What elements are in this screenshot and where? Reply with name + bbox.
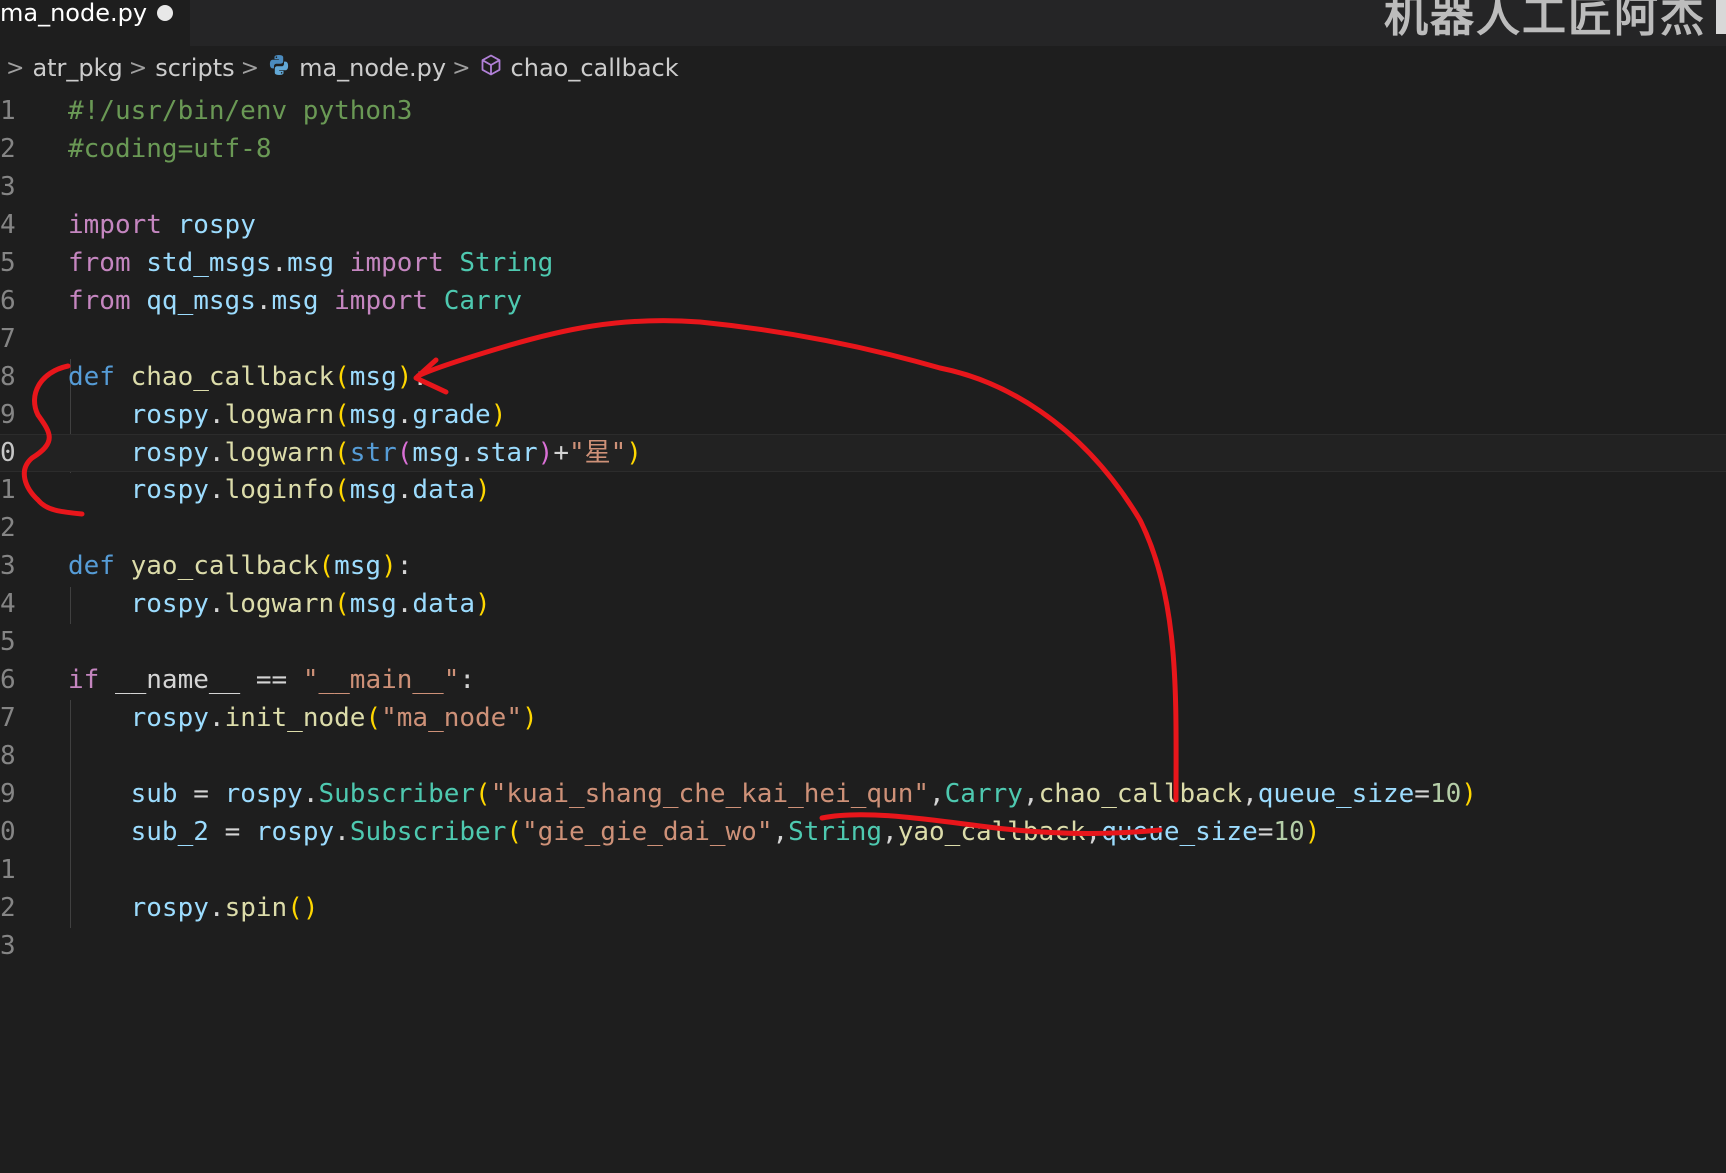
line-number: 0 [0, 816, 16, 847]
code-line[interactable]: 6 from qq_msgs.msg import Carry [0, 283, 1726, 321]
line-number: 5 [0, 627, 16, 658]
line-number: 6 [0, 665, 16, 696]
code-line[interactable]: 1 [0, 852, 1726, 890]
code-line[interactable]: 2 rospy.spin() [0, 890, 1726, 928]
breadcrumb-separator: > [452, 55, 471, 81]
watermark-text: 机器人工匠阿杰 [1384, 0, 1706, 42]
line-code: rospy.logwarn(msg.data) [130, 589, 491, 620]
line-number: 1 [0, 854, 16, 885]
line-number: 2 [0, 892, 16, 923]
line-code: sub = rospy.Subscriber("kuai_shang_che_k… [130, 778, 1477, 809]
line-number: 5 [0, 247, 16, 278]
code-line[interactable]: 7 [0, 321, 1726, 359]
code-line[interactable]: 9 sub = rospy.Subscriber("kuai_shang_che… [0, 776, 1726, 814]
line-number: 9 [0, 778, 16, 809]
code-line[interactable]: 5 [0, 624, 1726, 662]
line-number: 2 [0, 513, 16, 544]
breadcrumb-separator: > [128, 55, 148, 81]
line-number: 7 [0, 323, 16, 354]
line-code: rospy.loginfo(msg.data) [130, 475, 491, 506]
line-code: if __name__ == "__main__": [68, 665, 476, 696]
line-number: 8 [0, 361, 16, 392]
breadcrumb-item-file[interactable]: ma_node.py [299, 54, 446, 82]
line-number: 8 [0, 740, 16, 771]
unsaved-dot-icon[interactable] [157, 5, 173, 21]
line-code: rospy.logwarn(msg.grade) [130, 399, 507, 430]
watermark-edge [1716, 0, 1726, 34]
breadcrumb-item-atr-pkg[interactable]: atr_pkg [32, 54, 122, 82]
line-number: 4 [0, 589, 16, 620]
line-code: #!/usr/bin/env python3 [68, 96, 413, 126]
code-line[interactable]: 3 [0, 928, 1726, 966]
breadcrumb-separator: > [240, 55, 260, 81]
code-line[interactable]: 4 rospy.logwarn(msg.data) [0, 586, 1726, 624]
code-line[interactable]: 9 rospy.logwarn(msg.grade) [0, 397, 1726, 435]
cube-symbol-icon [479, 53, 503, 83]
line-code: def yao_callback(msg): [68, 551, 413, 582]
line-number: 6 [0, 285, 16, 316]
breadcrumb: > atr_pkg > scripts > ma_node.py > chao_… [0, 48, 679, 88]
line-number: 4 [0, 209, 16, 240]
breadcrumb-item-scripts[interactable]: scripts [155, 54, 234, 82]
code-line[interactable]: 3 [0, 169, 1726, 207]
code-line[interactable]: 8 def chao_callback(msg): [0, 359, 1726, 397]
code-line[interactable]: 3 def yao_callback(msg): [0, 548, 1726, 586]
line-code: def chao_callback(msg): [68, 361, 429, 392]
line-number: 1 [0, 96, 16, 126]
line-code: from qq_msgs.msg import Carry [68, 285, 522, 316]
tab-filename: ma_node.py [0, 0, 148, 27]
line-number: 3 [0, 551, 16, 582]
code-line[interactable]: 1 rospy.loginfo(msg.data) [0, 472, 1726, 510]
code-line[interactable]: 6 if __name__ == "__main__": [0, 662, 1726, 700]
line-code: import rospy [68, 209, 256, 240]
code-line[interactable]: 2 [0, 510, 1726, 548]
code-editor[interactable]: 1 #!/usr/bin/env python3 2 #coding=utf-8… [0, 93, 1726, 966]
code-line[interactable]: 0 sub_2 = rospy.Subscriber("gie_gie_dai_… [0, 814, 1726, 852]
code-line[interactable]: 2 #coding=utf-8 [0, 131, 1726, 169]
line-number: 2 [0, 133, 16, 164]
line-number: 7 [0, 703, 16, 733]
python-file-icon [267, 53, 291, 83]
line-code: from std_msgs.msg import String [68, 247, 554, 278]
line-number: 9 [0, 399, 16, 430]
breadcrumb-separator: > [6, 55, 25, 81]
code-line[interactable]: 1 #!/usr/bin/env python3 [0, 93, 1726, 131]
line-code: rospy.spin() [130, 892, 319, 923]
tab-ma-node-py[interactable]: ma_node.py [0, 0, 190, 46]
code-line[interactable]: 7 rospy.init_node("ma_node") [0, 700, 1726, 738]
line-code: #coding=utf-8 [68, 133, 272, 164]
line-number: 1 [0, 475, 16, 506]
code-line-current[interactable]: 0 rospy.logwarn(str(msg.star)+"星") [0, 434, 1726, 473]
line-code: rospy.logwarn(str(msg.star)+"星") [130, 438, 642, 469]
line-code: rospy.init_node("ma_node") [130, 703, 538, 733]
code-line[interactable]: 8 [0, 738, 1726, 776]
breadcrumb-item-symbol[interactable]: chao_callback [511, 54, 679, 82]
line-code: sub_2 = rospy.Subscriber("gie_gie_dai_wo… [130, 816, 1321, 847]
line-number: 3 [0, 171, 16, 202]
line-number: 0 [0, 438, 16, 469]
code-line[interactable]: 4 import rospy [0, 207, 1726, 245]
tab-bar: ma_node.py 机器人工匠阿杰 [0, 0, 1726, 46]
line-number: 3 [0, 930, 16, 961]
code-line[interactable]: 5 from std_msgs.msg import String [0, 245, 1726, 283]
